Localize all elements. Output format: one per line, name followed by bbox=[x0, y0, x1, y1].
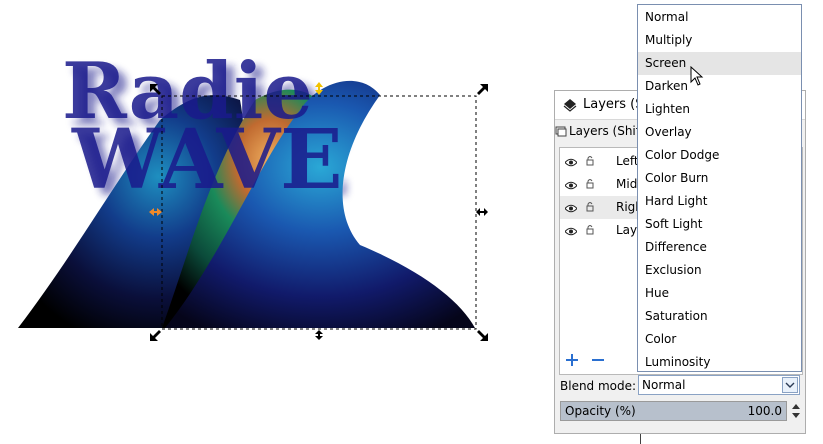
chevron-down-icon[interactable] bbox=[782, 377, 798, 393]
blend-option-luminosity[interactable]: Luminosity bbox=[638, 351, 801, 374]
blend-mode-label: Blend mode: bbox=[560, 379, 637, 393]
remove-layer-button[interactable] bbox=[591, 353, 605, 370]
blend-option-color-dodge[interactable]: Color Dodge bbox=[638, 144, 801, 167]
opacity-label: Opacity (%) bbox=[565, 404, 636, 418]
unlock-icon[interactable] bbox=[586, 201, 594, 215]
handle-top-right bbox=[477, 84, 488, 95]
unlock-icon[interactable] bbox=[586, 224, 594, 238]
blend-option-soft-light[interactable]: Soft Light bbox=[638, 213, 801, 236]
opacity-spinner[interactable] bbox=[791, 401, 801, 421]
plus-icon bbox=[566, 354, 578, 366]
blend-option-overlay[interactable]: Overlay bbox=[638, 121, 801, 144]
minus-icon bbox=[592, 359, 604, 361]
blend-mode-dropdown: Normal Multiply Screen Darken Lighten Overlay… bbox=[637, 4, 802, 372]
eye-icon[interactable] bbox=[564, 202, 578, 216]
eye-icon[interactable] bbox=[564, 156, 578, 170]
blend-option-color[interactable]: Color bbox=[638, 328, 801, 351]
blend-option-exclusion[interactable]: Exclusion bbox=[638, 259, 801, 282]
blend-option-multiply[interactable]: Multiply bbox=[638, 29, 801, 52]
blend-option-screen[interactable]: Screen bbox=[638, 52, 801, 75]
handle-right-middle bbox=[476, 208, 488, 216]
canvas-text[interactable]: Radie WAVE bbox=[62, 46, 343, 208]
unlock-icon[interactable] bbox=[586, 178, 594, 192]
blend-option-normal[interactable]: Normal bbox=[638, 6, 801, 29]
blend-option-lighten[interactable]: Lighten bbox=[638, 98, 801, 121]
layers-tab-icon bbox=[555, 125, 567, 140]
mouse-cursor-icon bbox=[690, 65, 704, 89]
spin-up-icon bbox=[792, 404, 800, 409]
spin-down-icon bbox=[792, 413, 800, 418]
handle-bottom-right bbox=[477, 330, 488, 341]
blend-option-color-burn[interactable]: Color Burn bbox=[638, 167, 801, 190]
layer-name: Left bbox=[616, 154, 639, 168]
blend-option-saturation[interactable]: Saturation bbox=[638, 305, 801, 328]
blend-mode-value: Normal bbox=[642, 378, 686, 392]
handle-bottom-left bbox=[150, 330, 161, 341]
layers-icon bbox=[563, 98, 577, 115]
blend-mode-select[interactable]: Normal bbox=[638, 375, 800, 395]
blend-option-hard-light[interactable]: Hard Light bbox=[638, 190, 801, 213]
blend-option-difference[interactable]: Difference bbox=[638, 236, 801, 259]
blend-option-darken[interactable]: Darken bbox=[638, 75, 801, 98]
unlock-icon[interactable] bbox=[586, 155, 594, 169]
blend-option-hue[interactable]: Hue bbox=[638, 282, 801, 305]
opacity-value: 100.0 bbox=[747, 404, 782, 418]
opacity-slider[interactable]: Opacity (%) 100.0 bbox=[560, 401, 787, 421]
eye-icon[interactable] bbox=[564, 225, 578, 239]
handle-bottom-middle bbox=[315, 330, 323, 340]
svg-text:WAVE: WAVE bbox=[71, 112, 343, 208]
add-layer-button[interactable] bbox=[565, 353, 579, 370]
eye-icon[interactable] bbox=[564, 179, 578, 193]
